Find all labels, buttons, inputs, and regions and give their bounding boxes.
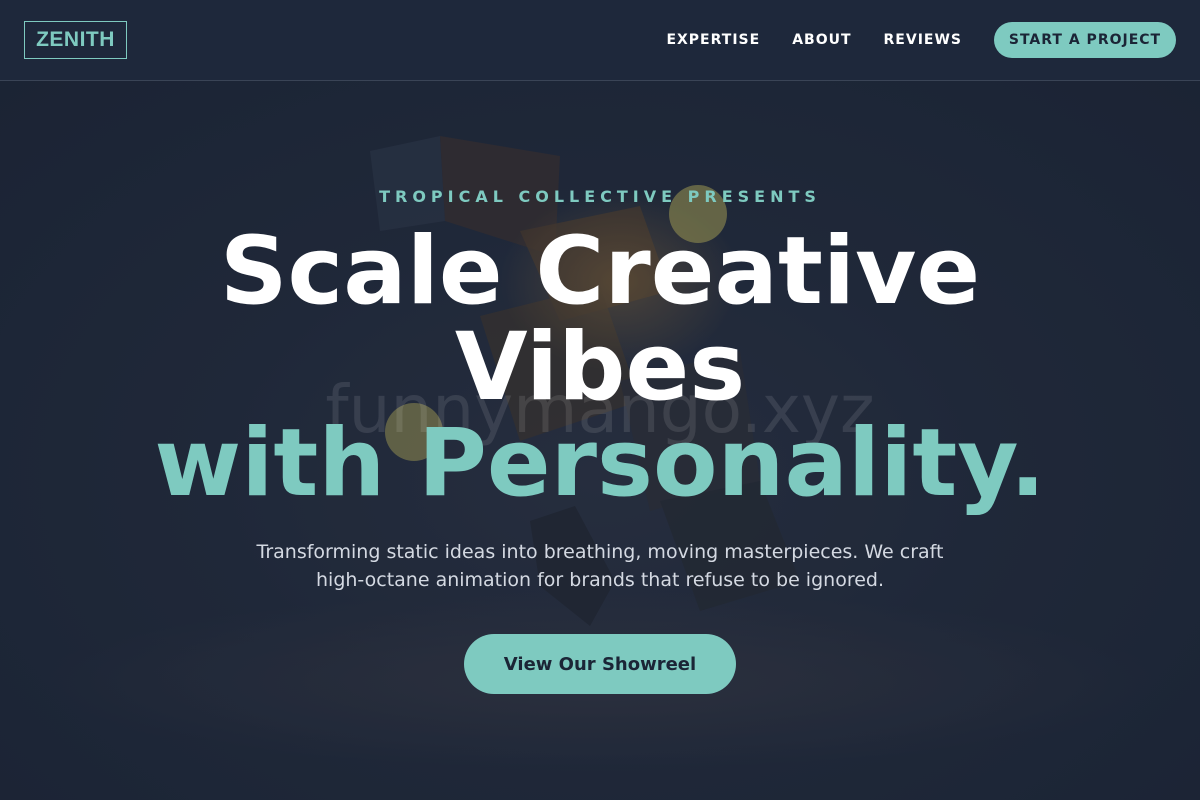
headline-line-3: with Personality. (154, 409, 1046, 518)
headline-line-1: Scale Creative (219, 217, 981, 326)
hero-headline: Scale Creative Vibes with Personality. (0, 224, 1200, 512)
logo[interactable]: ZENITH (24, 21, 127, 59)
headline-line-2: Vibes (454, 313, 746, 422)
nav-link-expertise[interactable]: EXPERTISE (666, 32, 760, 48)
view-showreel-button[interactable]: View Our Showreel (464, 634, 736, 694)
nav-link-about[interactable]: ABOUT (792, 32, 851, 48)
hero-eyebrow: TROPICAL COLLECTIVE PRESENTS (379, 187, 821, 206)
hero-description: Transforming static ideas into breathing… (256, 541, 944, 591)
site-header: ZENITH EXPERTISE ABOUT REVIEWS START A P… (0, 0, 1200, 81)
main-nav: EXPERTISE ABOUT REVIEWS START A PROJECT (666, 0, 1176, 80)
nav-link-reviews[interactable]: REVIEWS (884, 32, 962, 48)
start-project-button[interactable]: START A PROJECT (994, 22, 1176, 58)
